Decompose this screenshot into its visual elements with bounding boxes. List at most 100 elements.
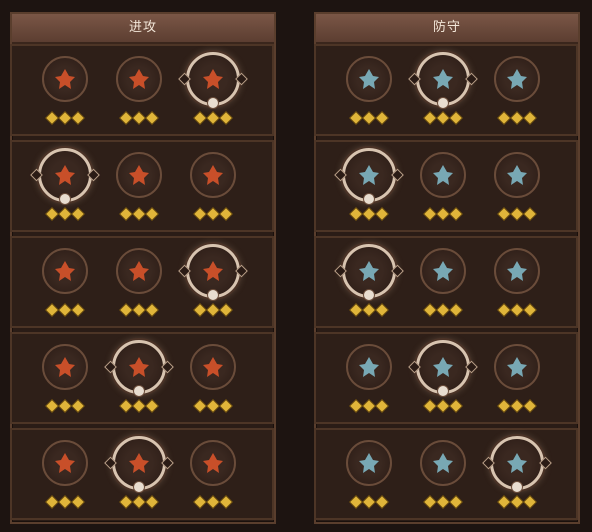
- rank-pip-icon: [46, 112, 58, 124]
- rank-pips: [116, 496, 162, 510]
- heart-shield-icon: [359, 69, 379, 89]
- talent-node[interactable]: [346, 56, 392, 102]
- rank-pip-icon: [376, 496, 388, 508]
- talent-node[interactable]: [116, 152, 162, 198]
- horned-demon-icon: [129, 69, 149, 89]
- talent-node[interactable]: [190, 440, 236, 486]
- talent-node[interactable]: [420, 248, 466, 294]
- talent-node[interactable]: [186, 52, 240, 109]
- rank-pip-icon: [146, 304, 158, 316]
- talent-node[interactable]: [190, 152, 236, 198]
- demon-wings-icon: [55, 357, 75, 377]
- talent-node[interactable]: [494, 248, 540, 294]
- talent-node[interactable]: [112, 436, 166, 493]
- guardian-figure-icon: [507, 261, 527, 281]
- talent-node[interactable]: [346, 440, 392, 486]
- rank-pips: [190, 304, 236, 318]
- rank-pip-icon: [220, 208, 232, 220]
- rank-pips: [420, 208, 466, 222]
- rank-pip-icon: [450, 208, 462, 220]
- talent-node[interactable]: [494, 56, 540, 102]
- rank-pips: [116, 400, 162, 414]
- talent-node[interactable]: [494, 152, 540, 198]
- rank-pips: [494, 208, 540, 222]
- defense-talent-row: [314, 140, 578, 232]
- rank-pip-icon: [376, 304, 388, 316]
- rank-pips: [116, 208, 162, 222]
- talent-node[interactable]: [420, 440, 466, 486]
- diamond-cluster-icon: [433, 261, 453, 281]
- talent-node[interactable]: [490, 436, 544, 493]
- rank-pip-icon: [146, 208, 158, 220]
- talent-node[interactable]: [346, 344, 392, 390]
- rank-pip-icon: [194, 208, 206, 220]
- rank-pips: [420, 496, 466, 510]
- rank-pip-icon: [511, 112, 523, 124]
- rank-pip-icon: [363, 400, 375, 412]
- rank-pip-icon: [437, 400, 449, 412]
- talent-node[interactable]: [38, 148, 92, 205]
- rank-pip-icon: [207, 208, 219, 220]
- rank-pip-icon: [363, 496, 375, 508]
- rank-pip-icon: [424, 304, 436, 316]
- talent-node[interactable]: [342, 244, 396, 301]
- talent-node[interactable]: [416, 340, 470, 397]
- talent-node[interactable]: [112, 340, 166, 397]
- talent-node[interactable]: [42, 344, 88, 390]
- rank-pip-icon: [120, 112, 132, 124]
- vortex-ring-icon: [507, 69, 527, 89]
- rank-pip-icon: [363, 208, 375, 220]
- talent-node[interactable]: [186, 244, 240, 301]
- rank-pip-icon: [424, 400, 436, 412]
- rank-pip-icon: [46, 496, 58, 508]
- rank-pip-icon: [46, 400, 58, 412]
- rank-pip-icon: [511, 304, 523, 316]
- rank-pip-icon: [59, 400, 71, 412]
- rank-pip-icon: [146, 496, 158, 508]
- talent-node[interactable]: [116, 248, 162, 294]
- quarter-shield-icon: [433, 165, 453, 185]
- rank-pip-icon: [120, 400, 132, 412]
- sparkle-potion-icon: [359, 165, 379, 185]
- talent-node[interactable]: [42, 440, 88, 486]
- rank-pip-icon: [524, 400, 536, 412]
- rank-pip-icon: [498, 112, 510, 124]
- attack-talent-row: [10, 332, 274, 424]
- talent-node[interactable]: [494, 344, 540, 390]
- rank-pip-icon: [498, 400, 510, 412]
- rank-pip-icon: [133, 400, 145, 412]
- rank-pip-icon: [220, 112, 232, 124]
- rank-pips: [494, 400, 540, 414]
- rank-pip-icon: [450, 304, 462, 316]
- rank-pip-icon: [59, 112, 71, 124]
- rank-pips: [190, 112, 236, 126]
- rank-badge-icon: [511, 481, 523, 493]
- rank-badge-icon: [437, 97, 449, 109]
- defense-talent-row: [314, 236, 578, 328]
- rank-pips: [42, 400, 88, 414]
- rank-badge-icon: [59, 193, 71, 205]
- rank-pip-icon: [133, 208, 145, 220]
- talent-node[interactable]: [116, 56, 162, 102]
- talent-node[interactable]: [42, 56, 88, 102]
- rank-pip-icon: [120, 208, 132, 220]
- talent-node[interactable]: [416, 52, 470, 109]
- wind-slash-icon: [359, 453, 379, 473]
- rank-pip-icon: [498, 208, 510, 220]
- rank-pip-icon: [146, 112, 158, 124]
- rank-pip-icon: [72, 304, 84, 316]
- attack-panel: 进攻: [10, 12, 276, 524]
- rank-pips: [190, 496, 236, 510]
- talent-node[interactable]: [420, 152, 466, 198]
- defense-panel: 防守: [314, 12, 580, 524]
- talent-node[interactable]: [190, 344, 236, 390]
- fire-slash-icon: [55, 453, 75, 473]
- defense-talent-row: [314, 428, 578, 520]
- rank-pips: [420, 400, 466, 414]
- rank-pip-icon: [498, 496, 510, 508]
- rank-pips: [420, 112, 466, 126]
- crosshair-rune-icon: [55, 69, 75, 89]
- swirl-icon: [359, 357, 379, 377]
- talent-node[interactable]: [42, 248, 88, 294]
- talent-node[interactable]: [342, 148, 396, 205]
